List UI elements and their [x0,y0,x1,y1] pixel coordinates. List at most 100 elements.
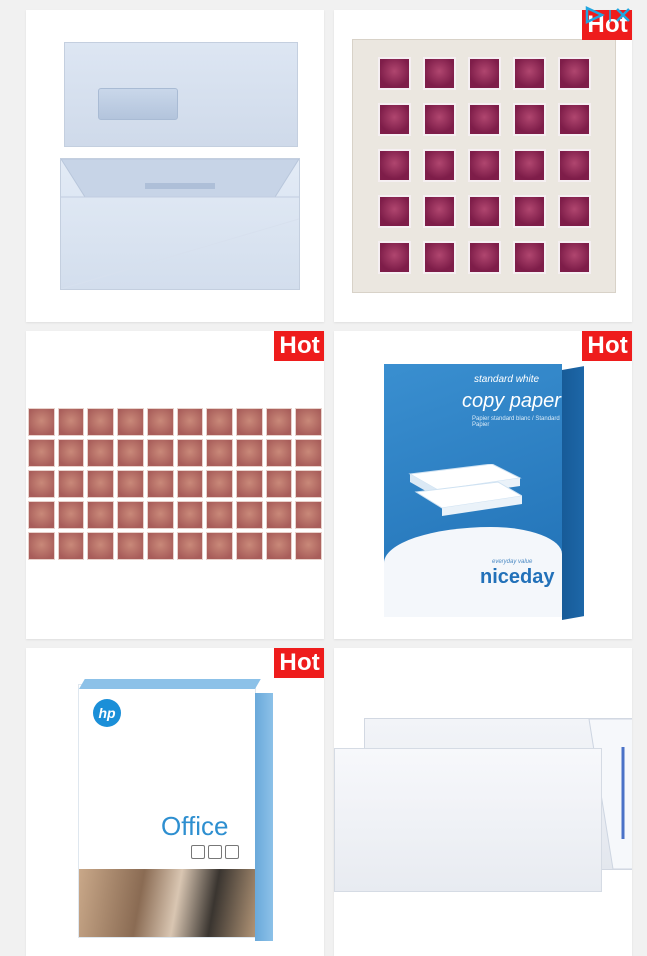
stamp-strip-image [26,406,324,562]
stamp [206,532,233,560]
box-tagline: everyday value [492,559,533,565]
box-line2: copy paper [462,390,561,412]
stamp [206,439,233,467]
stamp [235,408,263,436]
product-card-stamp-strip[interactable]: Hot [26,331,324,639]
box-top [79,679,261,689]
adchoices-icon[interactable] [585,6,605,24]
stamp [117,501,144,529]
stamp [57,501,85,529]
stamp [206,501,233,529]
stamp [378,241,411,274]
stamp [176,501,204,529]
envelope-image [64,42,298,147]
product-grid: Hot Hot standard white copy paper Papier… [0,0,647,956]
stamp [176,408,204,436]
stamp [295,439,322,467]
stamp [513,195,546,228]
stamp [146,470,174,498]
colorlok-icon [225,845,239,859]
stamp [235,501,263,529]
stamp [28,439,55,467]
stamp [558,57,591,90]
stamp [176,439,204,467]
product-card-copy-paper[interactable]: standard white copy paper Papier standar… [334,331,632,639]
stamp [378,195,411,228]
stamp [87,501,115,529]
stamp [265,439,293,467]
stamp [28,532,55,560]
stamp [146,532,174,560]
stamp [295,470,322,498]
stamp [206,470,233,498]
stamp [468,57,501,90]
stamp [57,532,85,560]
stamp [146,501,174,529]
stamp [87,439,115,467]
stamp [558,149,591,182]
stamp [295,408,322,436]
stamp [265,532,293,560]
stamp [423,241,456,274]
hp-logo: hp [93,699,121,727]
product-card-window-envelopes[interactable] [26,10,324,322]
stamp [423,57,456,90]
recycle-icon [191,845,205,859]
stamp [468,149,501,182]
stamp [235,439,263,467]
product-card-hp-office-paper[interactable]: hp Office Hot [26,648,324,956]
stamp [117,470,144,498]
close-icon[interactable] [615,6,631,24]
stamp [265,501,293,529]
stamp [468,241,501,274]
stamp [117,532,144,560]
hot-badge: Hot [274,648,324,678]
stamp [295,501,322,529]
stamp [265,470,293,498]
stamp [57,408,85,436]
stamp [146,439,174,467]
printer-icon [208,845,222,859]
stamp [378,57,411,90]
stamp [57,439,85,467]
stamp [378,149,411,182]
box-side [255,693,273,941]
stamp [513,241,546,274]
stamp-grid [378,57,591,274]
stamp [28,501,55,529]
product-card-plain-envelopes[interactable] [334,648,632,956]
envelope-image [334,748,602,892]
ad-choices[interactable] [585,6,631,24]
box-line1: standard white [474,374,540,385]
envelope-flap [61,159,299,289]
separator-icon [609,10,611,22]
envelope-window [98,88,178,120]
stamp [206,408,233,436]
box-side [562,366,584,620]
product-card-stamp-sheet[interactable]: Hot [334,10,632,322]
stamp [468,103,501,136]
stamp [423,149,456,182]
stamp [146,408,174,436]
stamp [87,532,115,560]
box-line3: Papier standard blanc / Standard Papier [472,416,560,428]
stamp [235,470,263,498]
hot-badge: Hot [274,331,324,361]
hp-office-box-image: hp Office [78,679,273,941]
stamp [87,470,115,498]
hot-badge: Hot [582,331,632,361]
stamp-sheet-image [352,39,616,293]
certification-icons [191,845,239,859]
stamp [87,408,115,436]
stamp [117,408,144,436]
stamp [513,149,546,182]
stamp [558,195,591,228]
stamp [176,532,204,560]
office-photo [79,869,255,937]
stamp [28,470,55,498]
stamp [378,103,411,136]
paper-stack-graphic [408,464,522,516]
stamp [513,57,546,90]
envelope-image [60,158,300,290]
copy-paper-box-image: standard white copy paper Papier standar… [384,364,584,620]
